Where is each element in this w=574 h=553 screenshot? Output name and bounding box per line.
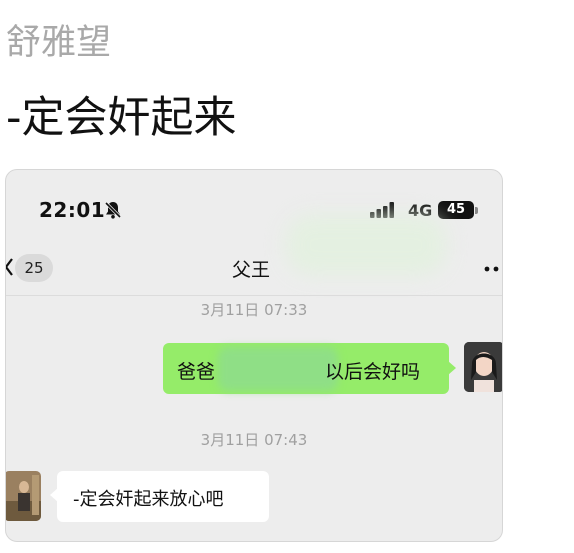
message-timestamp: 3月11日 07:33 bbox=[200, 301, 308, 319]
more-options-icon[interactable] bbox=[482, 265, 502, 273]
blur-patch-header bbox=[286, 215, 446, 275]
battery-tip bbox=[475, 207, 478, 214]
post-title: -定会奸起来 bbox=[6, 93, 237, 143]
chat-title: 父王 bbox=[231, 259, 270, 281]
post-author: 舒雅望 bbox=[6, 23, 112, 63]
back-chevron-icon[interactable] bbox=[5, 257, 14, 277]
message-text-end: 以后会好吗 bbox=[325, 361, 421, 383]
incoming-message-bubble[interactable]: -定会奸起来放心吧 bbox=[57, 471, 269, 522]
status-time: 22:01 bbox=[39, 198, 106, 222]
outgoing-bubble-tail bbox=[448, 361, 456, 375]
unread-badge[interactable]: 25 bbox=[15, 254, 53, 282]
incoming-message-text: -定会奸起来放心吧 bbox=[73, 489, 224, 510]
message-timestamp: 3月11日 07:43 bbox=[200, 431, 308, 449]
bell-slash-icon bbox=[104, 201, 122, 219]
avatar-contact[interactable] bbox=[6, 471, 41, 521]
obscured-text bbox=[215, 363, 325, 383]
outgoing-message-bubble[interactable]: 爸爸 以后会好吗 bbox=[163, 343, 449, 394]
avatar-self[interactable] bbox=[464, 342, 502, 392]
message-text-start: 爸爸 bbox=[177, 361, 216, 383]
header-divider bbox=[6, 295, 502, 296]
outgoing-message-text: 爸爸 以后会好吗 bbox=[177, 357, 420, 384]
chat-screenshot: 22:01 4G 45 25 父王 3月11日 07:33 爸爸 以后会好吗 3… bbox=[5, 169, 503, 542]
battery-icon: 45 bbox=[438, 201, 474, 219]
